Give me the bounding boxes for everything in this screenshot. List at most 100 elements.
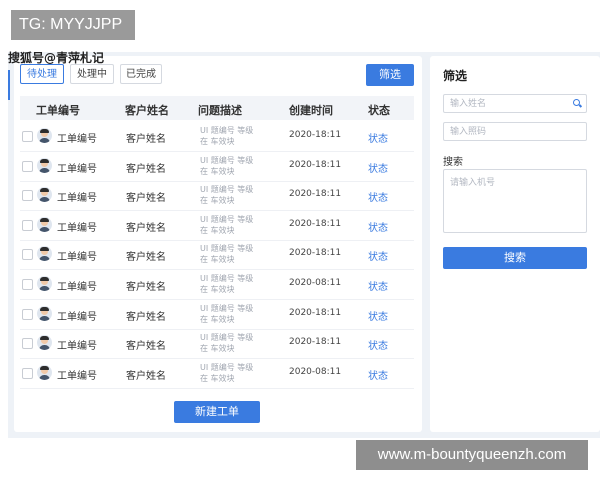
filter-button[interactable]: 筛选: [366, 64, 414, 86]
row-checkbox[interactable]: [22, 279, 33, 290]
column-header-time[interactable]: 创建时间: [289, 102, 333, 118]
avatar: [37, 187, 52, 203]
issue-desc-cell: UI 题编号 等级在 车效块: [200, 214, 270, 236]
avatar: [37, 216, 52, 232]
avatar-hair: [40, 158, 49, 163]
avatar-body: [39, 286, 50, 291]
issue-desc-line2: 在 车效块: [200, 137, 235, 146]
status-link[interactable]: 状态: [368, 278, 388, 293]
customer-name-cell: 客户姓名: [126, 193, 166, 205]
avatar: [37, 276, 52, 291]
status-link[interactable]: 状态: [368, 248, 388, 263]
customer-name-cell: 客户姓名: [126, 252, 166, 264]
ticket-id-cell: 工单编号: [57, 370, 97, 382]
filter-panel-title: 筛选: [443, 69, 468, 83]
column-header-id[interactable]: 工单编号: [36, 102, 80, 118]
issue-desc-line2: 在 车效块: [200, 225, 235, 235]
avatar: [37, 305, 52, 321]
column-header-desc[interactable]: 问题描述: [198, 102, 242, 118]
ticket-id-cell: 工单编号: [57, 282, 97, 293]
status-link[interactable]: 状态: [368, 337, 388, 352]
table-row[interactable]: 工单编号 客户姓名 UI 题编号 等级在 车效块 2020-18:11 状态: [20, 329, 414, 360]
customer-name-cell: 客户姓名: [126, 370, 166, 382]
issue-desc-line2: 在 车效块: [200, 314, 235, 324]
ticket-id-cell: 工单编号: [57, 341, 97, 353]
ticket-id-cell: 工单编号: [57, 193, 97, 205]
column-header-status[interactable]: 状态: [368, 102, 390, 118]
created-time-cell: 2020-18:11: [289, 189, 342, 200]
search-button[interactable]: 搜索: [443, 247, 587, 269]
created-time-cell: 2020-18:11: [289, 218, 342, 229]
avatar-hair: [40, 217, 49, 222]
issue-desc-cell: UI 题编号 等级在 车效块: [200, 243, 270, 265]
customer-name-cell: 客户姓名: [126, 341, 166, 353]
avatar: [37, 246, 52, 262]
status-link[interactable]: 状态: [368, 219, 388, 234]
create-ticket-button[interactable]: 新建工单: [174, 401, 260, 423]
created-time-cell: 2020-18:11: [289, 307, 342, 318]
avatar-hair: [40, 247, 49, 252]
issue-desc-cell: UI 题编号 等级在 车效块: [200, 125, 270, 147]
machine-number-textarea[interactable]: [443, 169, 587, 233]
table-row[interactable]: 工单编号 客户姓名 UI 题编号 等级在 车效块 2020-18:11 状态: [20, 122, 414, 152]
issue-desc-line1: UI 题编号 等级: [200, 214, 254, 224]
table-row[interactable]: 工单编号 客户姓名 UI 题编号 等级在 车效块 2020-18:11 状态: [20, 211, 414, 241]
customer-name-input[interactable]: [443, 94, 587, 113]
ticket-id-cell: 工单编号: [57, 222, 97, 234]
status-link[interactable]: 状态: [368, 130, 388, 145]
row-checkbox[interactable]: [22, 219, 33, 231]
status-link[interactable]: 状态: [368, 367, 388, 382]
issue-desc-line1: UI 题编号 等级: [200, 126, 254, 135]
issue-desc-line1: UI 题编号 等级: [200, 362, 254, 372]
canvas: 待处理 处理中 已完成 筛选 工单编号 客户姓名 问题描述 创建时间 状态 工单…: [0, 0, 600, 480]
table-row[interactable]: 工单编号 客户姓名 UI 题编号 等级在 车效块 2020-18:11 状态: [20, 181, 414, 212]
row-checkbox[interactable]: [22, 249, 33, 261]
row-checkbox[interactable]: [22, 190, 33, 202]
ticket-id-cell: 工单编号: [57, 163, 97, 175]
column-header-name[interactable]: 客户姓名: [125, 102, 169, 118]
table-row[interactable]: 工单编号 客户姓名 UI 题编号 等级在 车效块 2020-08:11 状态: [20, 270, 414, 300]
created-time-cell: 2020-18:11: [289, 130, 342, 140]
status-link[interactable]: 状态: [368, 308, 388, 323]
site-watermark: www.m-bountyqueenzh.com: [356, 440, 588, 470]
issue-desc-line2: 在 车效块: [200, 373, 235, 383]
avatar-body: [39, 197, 50, 203]
issue-desc-line1: UI 题编号 等级: [200, 244, 254, 254]
avatar-body: [39, 138, 50, 143]
status-link[interactable]: 状态: [368, 189, 388, 204]
tab-completed[interactable]: 已完成: [120, 64, 162, 84]
phone-input[interactable]: [443, 122, 587, 141]
author-watermark: 搜狐号@青萍札记: [8, 51, 105, 65]
avatar-body: [39, 315, 50, 321]
row-checkbox[interactable]: [22, 131, 33, 142]
issue-desc-line1: UI 题编号 等级: [200, 333, 254, 343]
avatar-body: [39, 167, 50, 173]
table-row[interactable]: 工单编号 客户姓名 UI 题编号 等级在 车效块 2020-18:11 状态: [20, 300, 414, 330]
avatar-hair: [40, 365, 49, 370]
issue-desc-cell: UI 题编号 等级在 车效块: [200, 303, 270, 325]
table-row[interactable]: 工单编号 客户姓名 UI 题编号 等级在 车效块 2020-18:11 状态: [20, 240, 414, 271]
tab-pending[interactable]: 待处理: [20, 64, 64, 84]
table-row[interactable]: 工单编号 客户姓名 UI 题编号 等级在 车效块 2020-08:11 状态: [20, 359, 414, 389]
issue-desc-line1: UI 题编号 等级: [200, 155, 254, 165]
avatar-hair: [40, 129, 49, 133]
search-section-label: 搜索: [443, 157, 463, 168]
tab-processing[interactable]: 处理中: [70, 64, 114, 84]
issue-desc-cell: UI 题编号 等级在 车效块: [200, 273, 270, 295]
row-checkbox[interactable]: [22, 338, 33, 350]
issue-desc-cell: UI 题编号 等级在 车效块: [200, 184, 270, 206]
issue-desc-line2: 在 车效块: [200, 166, 235, 176]
issue-desc-cell: UI 题编号 等级在 车效块: [200, 332, 270, 354]
row-checkbox[interactable]: [22, 367, 33, 379]
status-link[interactable]: 状态: [368, 160, 388, 175]
avatar-hair: [40, 277, 49, 281]
row-checkbox[interactable]: [22, 160, 33, 172]
table-row[interactable]: 工单编号 客户姓名 UI 题编号 等级在 车效块 2020-18:11 状态: [20, 152, 414, 182]
avatar: [37, 128, 52, 143]
created-time-cell: 2020-18:11: [289, 159, 342, 170]
created-time-cell: 2020-08:11: [289, 366, 342, 377]
avatar: [37, 335, 52, 351]
avatar-body: [39, 374, 50, 380]
search-icon[interactable]: [573, 99, 580, 106]
row-checkbox[interactable]: [22, 308, 33, 320]
